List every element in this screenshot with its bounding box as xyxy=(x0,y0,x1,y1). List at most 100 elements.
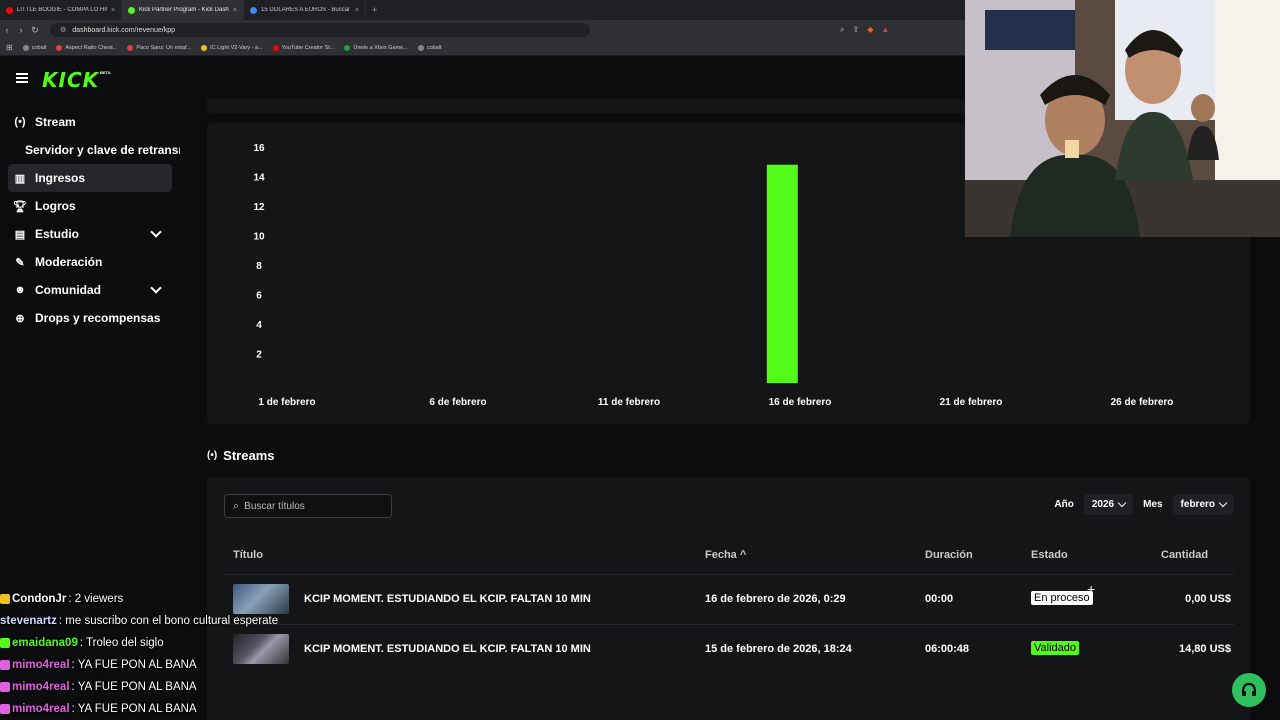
chat-username: stevenartz xyxy=(0,615,57,627)
search-input[interactable]: ⌕ Buscar títulos xyxy=(224,494,392,518)
sidebar-item-label: Stream xyxy=(35,115,76,129)
table-row[interactable]: KCIP MOMENT. ESTUDIANDO EL KCIP. FALTAN … xyxy=(224,574,1234,623)
sidebar-item-drops[interactable]: ⊕ Drops y recompensas xyxy=(0,304,180,332)
column-header-title[interactable]: Título xyxy=(233,549,263,561)
brave-shield-icon[interactable]: ◆ xyxy=(867,25,873,35)
year-value: 2026 xyxy=(1091,499,1115,510)
reload-icon[interactable]: ↻ xyxy=(28,25,42,36)
broadcast-icon: (•) xyxy=(207,450,218,461)
help-chat-button[interactable] xyxy=(1232,673,1266,707)
chat-username: CondonJr xyxy=(12,593,67,605)
stream-amount: 0,00 US$ xyxy=(1185,593,1231,605)
sidebar-item-stream[interactable]: (•) Stream xyxy=(0,108,180,136)
column-header-status[interactable]: Estado xyxy=(1031,549,1068,561)
chat-text: : 2 viewers xyxy=(68,593,124,605)
chat-badge-icon xyxy=(0,594,10,604)
sidebar-item-server-key[interactable]: Servidor y clave de retransmisión xyxy=(0,136,180,164)
y-tick-label: 14 xyxy=(253,173,265,184)
tab-favicon-icon xyxy=(128,6,135,14)
close-tab-icon[interactable]: × xyxy=(355,7,359,14)
chat-message: emaidana09: Troleo del siglo xyxy=(0,632,300,654)
browser-tab[interactable]: Kick Partner Program - Kick Dashboard × xyxy=(122,0,244,20)
month-select[interactable]: febrero xyxy=(1172,494,1234,515)
status-badge: En proceso xyxy=(1031,591,1093,605)
bookmark-item[interactable]: IC Light V2-Vary - a... xyxy=(201,44,263,51)
bookmark-item[interactable]: cobalt xyxy=(417,44,442,51)
sidebar-item-label: Moderación xyxy=(35,255,103,269)
chevron-down-icon[interactable] xyxy=(150,282,162,294)
bookmark-item[interactable]: Únete a Xbox Game... xyxy=(344,44,408,51)
close-tab-icon[interactable]: × xyxy=(233,7,237,14)
status-badge: Validado xyxy=(1031,641,1079,655)
y-tick-label: 16 xyxy=(253,143,265,154)
bookmark-favicon-icon xyxy=(56,44,63,51)
column-header-date[interactable]: Fecha ^ xyxy=(705,549,746,561)
column-header-duration[interactable]: Duración xyxy=(925,549,973,561)
address-bar[interactable]: ⚙ dashboard.kick.com/revenue/kpp xyxy=(50,23,590,37)
share-icon[interactable]: ⇪ xyxy=(852,25,859,35)
site-info-icon[interactable]: ⚙ xyxy=(60,26,66,34)
sidebar-item-label: Estudio xyxy=(35,227,79,241)
sidebar-item-comunidad[interactable]: ☻ Comunidad xyxy=(0,276,180,304)
apps-grid-icon[interactable]: ⊞ xyxy=(6,43,13,52)
stream-duration: 06:00:48 xyxy=(925,643,970,655)
chat-text: : me suscribo con el bono cultural esper… xyxy=(58,615,279,627)
gift-icon: ⊕ xyxy=(15,312,25,325)
y-tick-label: 8 xyxy=(256,261,262,272)
forward-icon[interactable]: › xyxy=(14,25,28,35)
kick-logo[interactable]: KICK xyxy=(42,68,99,92)
chat-message: CondonJr: 2 viewers xyxy=(0,588,300,610)
x-tick-label: 16 de febrero xyxy=(769,397,832,408)
column-header-amount[interactable]: Cantidad xyxy=(1161,549,1208,561)
x-tick-label: 6 de febrero xyxy=(429,397,486,408)
stream-date: 15 de febrero de 2026, 18:24 xyxy=(705,643,852,655)
browser-tab[interactable]: LITTLE BOOGIE - COMPA LO HICIMOS × xyxy=(0,0,122,20)
webcam-image xyxy=(965,0,1280,237)
year-select[interactable]: 2026 xyxy=(1083,494,1134,515)
sidebar-item-ingresos[interactable]: ▥ Ingresos xyxy=(8,164,172,192)
bookmark-favicon-icon xyxy=(127,44,134,51)
sidebar-item-label: Comunidad xyxy=(35,283,101,297)
zoom-icon[interactable]: ⌕ xyxy=(840,25,844,35)
stream-date: 16 de febrero de 2026, 0:29 xyxy=(705,593,846,605)
stream-title: KCIP MOMENT. ESTUDIANDO EL KCIP. FALTAN … xyxy=(304,593,591,605)
bookmark-item[interactable]: Paco Sanz: Un estaf... xyxy=(127,44,191,51)
bookmark-favicon-icon xyxy=(22,44,29,51)
chat-text: : YA FUE PON AL BANA xyxy=(71,703,197,715)
chevron-down-icon xyxy=(1117,498,1127,508)
webcam-overlay xyxy=(965,0,1280,237)
stream-chat-overlay: CondonJr: 2 viewers stevenartz: me suscri… xyxy=(0,588,300,720)
rewards-icon[interactable]: ▲ xyxy=(881,25,889,35)
stream-title: KCIP MOMENT. ESTUDIANDO EL KCIP. FALTAN … xyxy=(304,643,591,655)
bookmark-label: cobalt xyxy=(426,44,442,51)
table-row[interactable]: KCIP MOMENT. ESTUDIANDO EL KCIP. FALTAN … xyxy=(224,624,1234,673)
bookmark-item[interactable]: cobalt xyxy=(22,44,46,51)
tab-favicon-icon xyxy=(250,6,257,14)
close-tab-icon[interactable]: × xyxy=(111,7,115,14)
tab-label: Kick Partner Program - Kick Dashboard xyxy=(139,7,229,13)
back-icon[interactable]: ‹ xyxy=(0,25,14,35)
section-title-text: Streams xyxy=(223,448,275,463)
sidebar-item-logros[interactable]: 🏆︎ Logros xyxy=(0,192,180,220)
y-tick-label: 10 xyxy=(253,232,265,243)
sidebar-item-estudio[interactable]: ▤ Estudio xyxy=(0,220,180,248)
tab-label: LITTLE BOOGIE - COMPA LO HICIMOS xyxy=(17,7,107,13)
chat-message: mimo4real: YA FUE PON AL BANA xyxy=(0,676,300,698)
new-tab-icon[interactable]: + xyxy=(366,5,383,15)
revenue-bar[interactable] xyxy=(766,164,798,383)
url-text: dashboard.kick.com/revenue/kpp xyxy=(72,26,176,34)
chart-icon: ▥ xyxy=(14,172,26,185)
browser-tab[interactable]: 15 DOLARES A EUROS - Buscar con Google × xyxy=(244,0,366,20)
chevron-down-icon xyxy=(1218,498,1228,508)
streams-table-card: ⌕ Buscar títulos Año 2026 Mes febrero Tí… xyxy=(207,477,1250,720)
chevron-down-icon[interactable] xyxy=(150,226,162,238)
sidebar-item-moderacion[interactable]: ✎ Moderación xyxy=(0,248,180,276)
hamburger-menu-icon[interactable] xyxy=(16,73,28,83)
cursor-crosshair-icon: + xyxy=(1087,581,1096,597)
x-tick-label: 26 de febrero xyxy=(1111,397,1174,408)
bookmark-item[interactable]: Aspect Ratio Cheat... xyxy=(56,44,118,51)
wrench-icon: ✎ xyxy=(15,256,25,269)
bookmark-item[interactable]: YouTube Creator St... xyxy=(272,44,334,51)
bookmark-label: Aspect Ratio Cheat... xyxy=(65,44,118,51)
year-label: Año xyxy=(1054,499,1074,510)
